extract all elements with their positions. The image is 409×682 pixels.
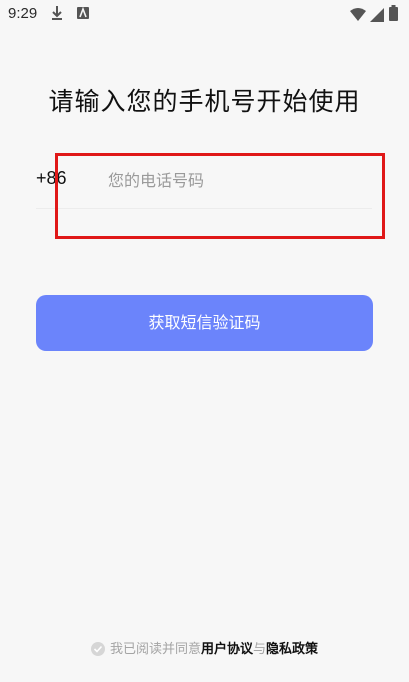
page-title: 请输入您的手机号开始使用 (48, 87, 361, 116)
get-sms-code-button[interactable]: 获取短信验证码 (36, 295, 373, 351)
privacy-policy-link[interactable]: 隐私政策 (266, 642, 318, 657)
battery-icon (389, 5, 398, 25)
agreement-prefix: 我已阅读并同意 (109, 642, 201, 657)
user-agreement-link[interactable]: 用户协议 (201, 642, 253, 657)
country-code[interactable]: +86 (36, 168, 67, 189)
app-a-icon (76, 5, 90, 25)
status-bar: 9:29 (0, 0, 409, 28)
agreement-connector: 与 (253, 642, 267, 657)
signal-icon (370, 7, 384, 26)
download-icon (50, 5, 64, 25)
phone-number-input[interactable] (108, 166, 370, 194)
wifi-icon (350, 7, 366, 26)
agreement-checkbox[interactable] (90, 642, 105, 660)
status-time: 9:29 (8, 5, 38, 22)
input-divider (36, 208, 372, 209)
agreement-row: 我已阅读并同意用户协议与隐私政策 (0, 638, 409, 660)
